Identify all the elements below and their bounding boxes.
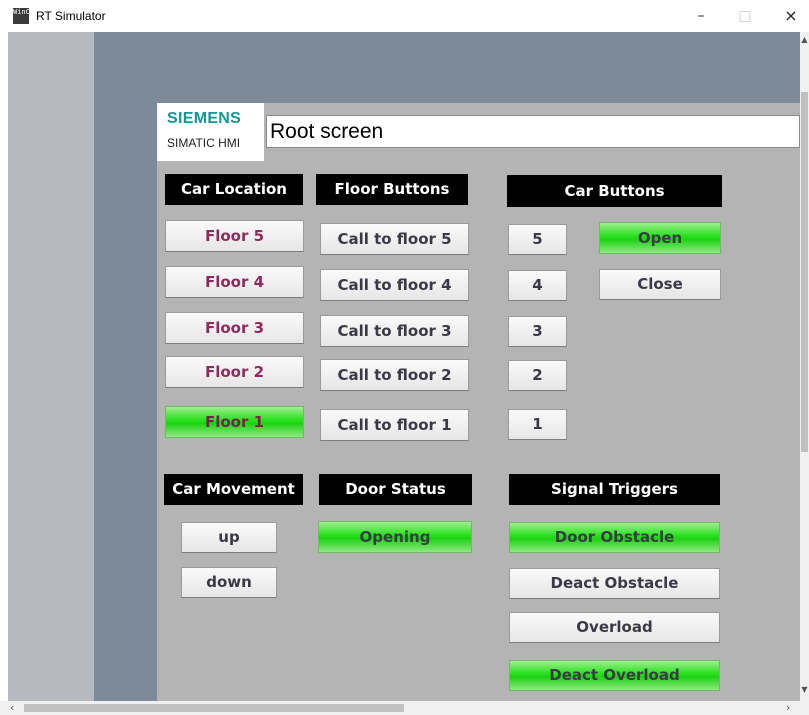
car-button-5[interactable]: 5 [508, 224, 567, 255]
vertical-scroll-thumb[interactable] [801, 92, 808, 452]
floor-3-indicator[interactable]: Floor 3 [165, 312, 304, 344]
car-movement-header: Car Movement [164, 474, 303, 505]
move-down-button[interactable]: down [181, 567, 277, 598]
window-title: RT Simulator [36, 9, 106, 23]
scroll-right-arrow-icon[interactable]: › [786, 701, 790, 715]
floor-1-indicator[interactable]: Floor 1 [165, 406, 304, 438]
door-status-indicator: Opening [318, 521, 472, 553]
minimize-button[interactable]: – [686, 4, 716, 28]
door-obstacle-button[interactable]: Door Obstacle [509, 522, 720, 553]
car-button-3[interactable]: 3 [508, 316, 567, 347]
car-location-header: Car Location [165, 174, 303, 205]
call-floor-3-button[interactable]: Call to floor 3 [320, 315, 469, 347]
door-close-button[interactable]: Close [599, 269, 721, 300]
deact-obstacle-button[interactable]: Deact Obstacle [509, 568, 720, 599]
window-titlebar: WinCC RT Simulator – □ × [0, 0, 809, 32]
car-button-1[interactable]: 1 [508, 409, 567, 440]
deact-overload-button[interactable]: Deact Overload [509, 660, 720, 691]
overload-button[interactable]: Overload [509, 612, 720, 643]
signal-triggers-header: Signal Triggers [509, 474, 720, 505]
maximize-button[interactable]: □ [730, 4, 760, 28]
horizontal-scroll-thumb[interactable] [24, 704, 404, 712]
car-button-4[interactable]: 4 [508, 270, 567, 301]
screen-title-field: Root screen [266, 115, 800, 148]
floor-5-indicator[interactable]: Floor 5 [165, 220, 304, 252]
screen-title-text: Root screen [270, 120, 384, 143]
scroll-up-arrow-icon[interactable]: ▲ [800, 34, 809, 46]
floor-4-indicator[interactable]: Floor 4 [165, 266, 304, 298]
wincc-app-icon: WinCC [13, 8, 34, 24]
logo-product-text: SIMATIC HMI [167, 136, 241, 150]
call-floor-1-button[interactable]: Call to floor 1 [320, 409, 469, 441]
scroll-down-arrow-icon[interactable]: ▼ [800, 684, 809, 696]
door-open-button[interactable]: Open [599, 222, 721, 254]
floor-2-indicator[interactable]: Floor 2 [165, 356, 304, 388]
car-buttons-header: Car Buttons [507, 175, 722, 207]
logo-brand-text: SIEMENS [167, 110, 242, 127]
call-floor-4-button[interactable]: Call to floor 4 [320, 269, 469, 301]
door-status-header: Door Status [319, 474, 472, 505]
vertical-scrollbar[interactable]: ▲ ▼ [800, 32, 809, 701]
move-up-button[interactable]: up [181, 522, 277, 553]
left-margin [8, 32, 94, 701]
call-floor-5-button[interactable]: Call to floor 5 [320, 223, 469, 255]
scroll-left-arrow-icon[interactable]: ‹ [10, 701, 14, 715]
floor-buttons-header: Floor Buttons [316, 174, 468, 205]
siemens-logo: SIEMENS SIMATIC HMI [157, 103, 264, 161]
hmi-screen: SIEMENS SIMATIC HMI Root screen Car Loca… [157, 103, 800, 701]
horizontal-scrollbar[interactable]: ‹ › [0, 701, 809, 715]
call-floor-2-button[interactable]: Call to floor 2 [320, 359, 469, 391]
car-button-2[interactable]: 2 [508, 360, 567, 391]
close-button[interactable]: × [776, 4, 806, 28]
